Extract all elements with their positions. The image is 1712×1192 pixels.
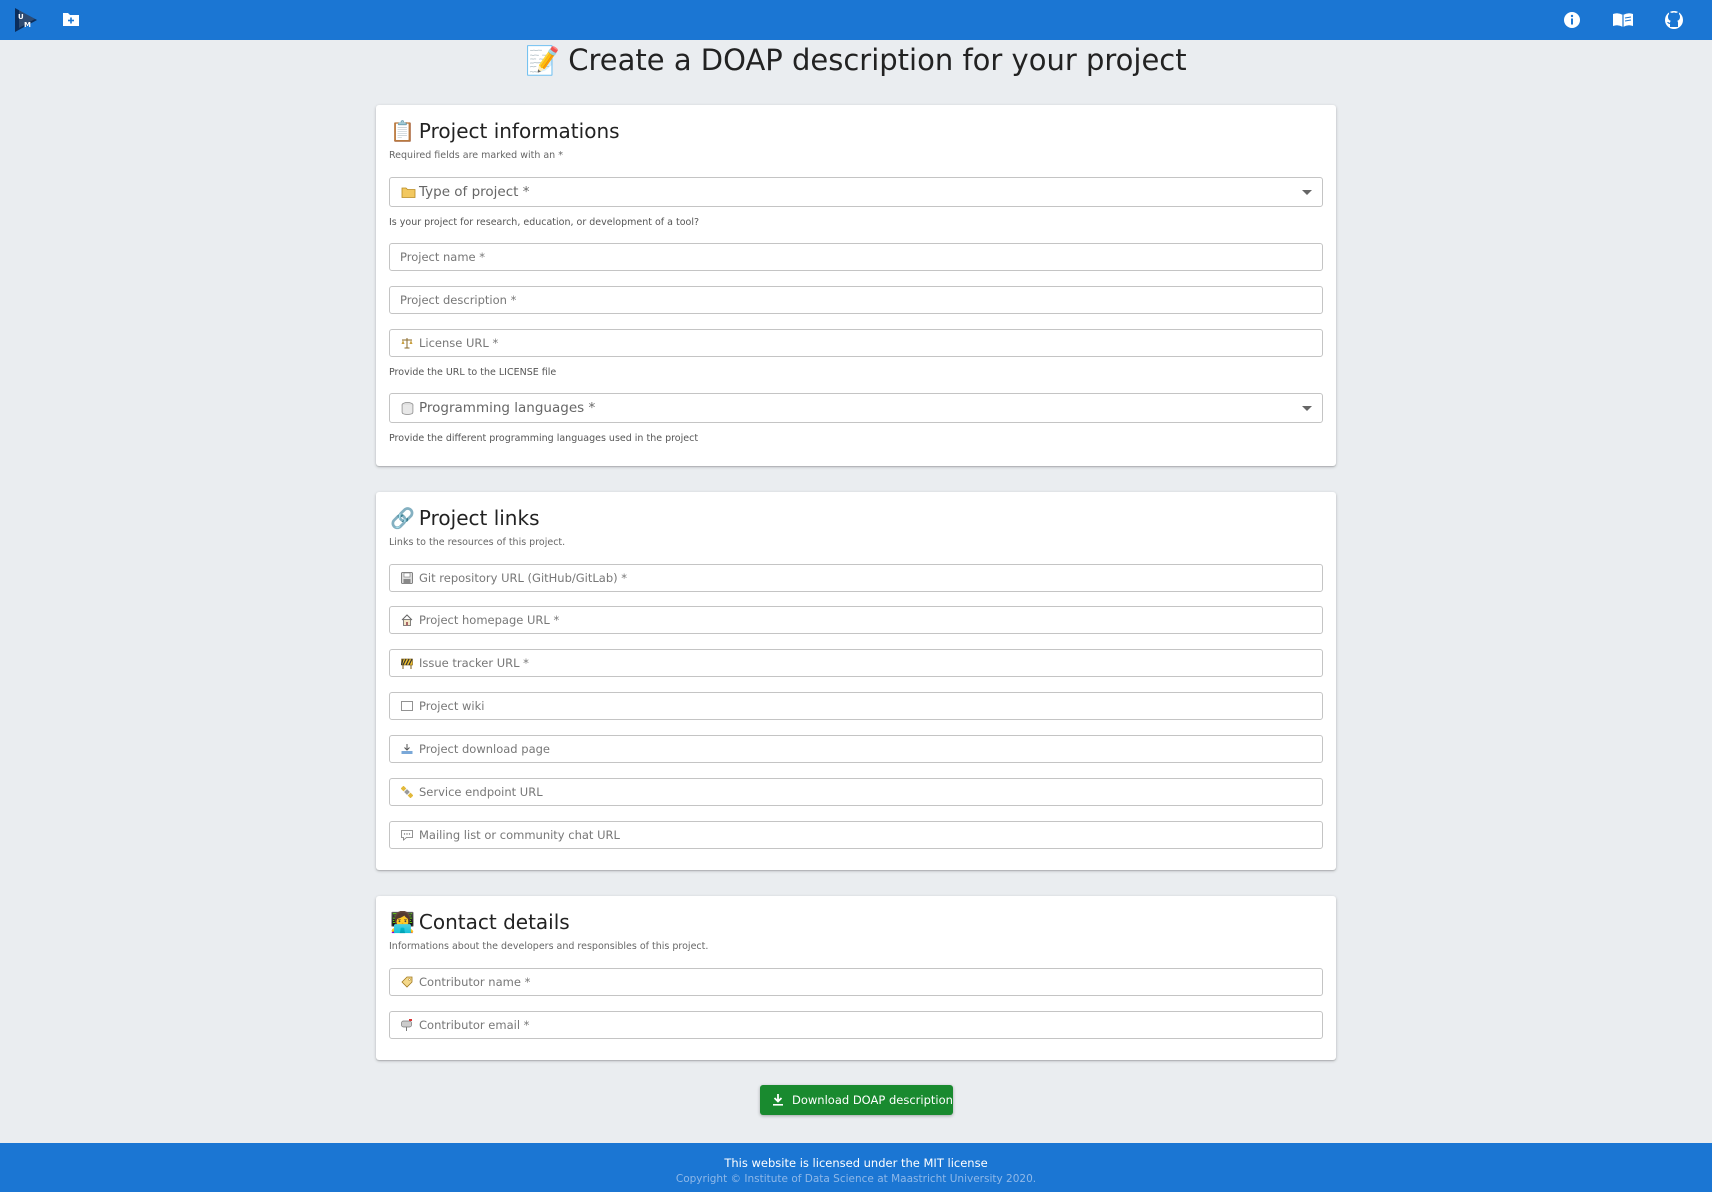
license-notice: This website is licensed under the MIT l… [724, 1156, 988, 1170]
contributor-name-field[interactable]: Contributor name * [389, 968, 1323, 996]
download-doap-button[interactable]: Download DOAP description [760, 1085, 953, 1115]
database-icon [401, 402, 414, 415]
card-title: 📋 Project informations [390, 118, 620, 144]
copyright-notice: Copyright © Institute of Data Science at… [675, 1173, 1037, 1185]
house-icon [401, 614, 413, 626]
contributor-email-field[interactable]: Contributor email * [389, 1011, 1323, 1039]
memo-icon: 📝 [525, 44, 561, 77]
card-title-text: Project links [418, 506, 540, 530]
info-icon[interactable] [1562, 10, 1582, 30]
speech-bubble-icon [401, 830, 413, 841]
project-wiki-field[interactable]: Project wiki [389, 692, 1323, 720]
book-page-icon [401, 701, 413, 711]
mailing-list-url-field[interactable]: Mailing list or community chat URL [389, 821, 1323, 849]
chevron-down-icon[interactable] [1302, 190, 1312, 195]
maastricht-university-logo-icon[interactable]: U M [15, 8, 37, 32]
license-url-placeholder: License URL * [419, 336, 499, 350]
card-title-text: Project informations [418, 119, 620, 143]
download-tray-icon [401, 744, 413, 754]
project-homepage-url-placeholder: Project homepage URL * [419, 613, 560, 627]
project-name-field[interactable]: Project name * [389, 243, 1323, 271]
programming-languages-select[interactable]: Programming languages * [389, 393, 1323, 423]
project-links-card: 🔗 Project links Links to the resources of… [376, 492, 1336, 870]
project-download-page-field[interactable]: Project download page [389, 735, 1323, 763]
type-of-project-helper: Is your project for research, education,… [389, 217, 700, 228]
svg-text:M: M [24, 21, 31, 29]
project-homepage-url-field[interactable]: Project homepage URL * [389, 606, 1323, 634]
license-url-helper: Provide the URL to the LICENSE file [389, 367, 557, 378]
chevron-down-icon[interactable] [1302, 406, 1312, 411]
folder-plus-icon[interactable] [62, 11, 80, 27]
link-icon: 🔗 [390, 506, 415, 530]
project-description-placeholder: Project description * [400, 293, 517, 307]
service-endpoint-url-field[interactable]: Service endpoint URL [389, 778, 1323, 806]
construction-icon [401, 658, 413, 669]
technologist-icon: 👩‍💻 [390, 910, 415, 934]
footer: This website is licensed under the MIT l… [0, 1143, 1712, 1192]
page-title: 📝 Create a DOAP description for your proj… [0, 40, 1712, 81]
git-repository-url-field[interactable]: Git repository URL (GitHub/GitLab) * [389, 564, 1323, 592]
card-title-text: Contact details [418, 910, 570, 934]
satellite-icon [401, 786, 413, 798]
project-links-subtitle: Links to the resources of this project. [389, 537, 566, 548]
programming-languages-placeholder: Programming languages * [419, 400, 596, 416]
type-of-project-select[interactable]: Type of project * [389, 177, 1323, 207]
contact-details-subtitle: Informations about the developers and re… [389, 941, 709, 952]
issue-tracker-url-placeholder: Issue tracker URL * [419, 656, 529, 670]
service-endpoint-url-placeholder: Service endpoint URL [419, 785, 543, 799]
programming-languages-helper: Provide the different programming langua… [389, 433, 699, 444]
project-description-field[interactable]: Project description * [389, 286, 1323, 314]
floppy-disk-icon [401, 572, 413, 584]
scales-icon [401, 338, 413, 349]
mailbox-icon [401, 1019, 412, 1031]
top-app-bar: U M [0, 0, 1712, 40]
download-icon [773, 1094, 783, 1106]
project-name-placeholder: Project name * [400, 250, 486, 264]
card-title: 👩‍💻 Contact details [390, 909, 570, 935]
project-informations-card: 📋 Project informations Required fields ar… [376, 105, 1336, 466]
mailing-list-url-placeholder: Mailing list or community chat URL [419, 828, 620, 842]
github-icon[interactable] [1664, 10, 1684, 30]
card-title: 🔗 Project links [390, 505, 539, 531]
required-fields-note: Required fields are marked with an * [389, 150, 563, 161]
page-title-text: Create a DOAP description for your proje… [568, 43, 1187, 77]
svg-text:U: U [18, 13, 24, 21]
book-icon[interactable] [1612, 10, 1634, 30]
contact-details-card: 👩‍💻 Contact details Informations about th… [376, 896, 1336, 1060]
issue-tracker-url-field[interactable]: Issue tracker URL * [389, 649, 1323, 677]
type-of-project-placeholder: Type of project * [419, 184, 530, 200]
project-wiki-placeholder: Project wiki [419, 699, 485, 713]
label-tag-icon [401, 976, 413, 988]
contributor-name-placeholder: Contributor name * [419, 975, 531, 989]
clipboard-icon: 📋 [390, 119, 415, 143]
contributor-email-placeholder: Contributor email * [419, 1018, 530, 1032]
license-url-field[interactable]: License URL * [389, 329, 1323, 357]
download-doap-label: Download DOAP description [792, 1093, 953, 1107]
folder-icon [401, 187, 416, 198]
git-repository-url-placeholder: Git repository URL (GitHub/GitLab) * [419, 571, 628, 585]
project-download-page-placeholder: Project download page [419, 742, 550, 756]
